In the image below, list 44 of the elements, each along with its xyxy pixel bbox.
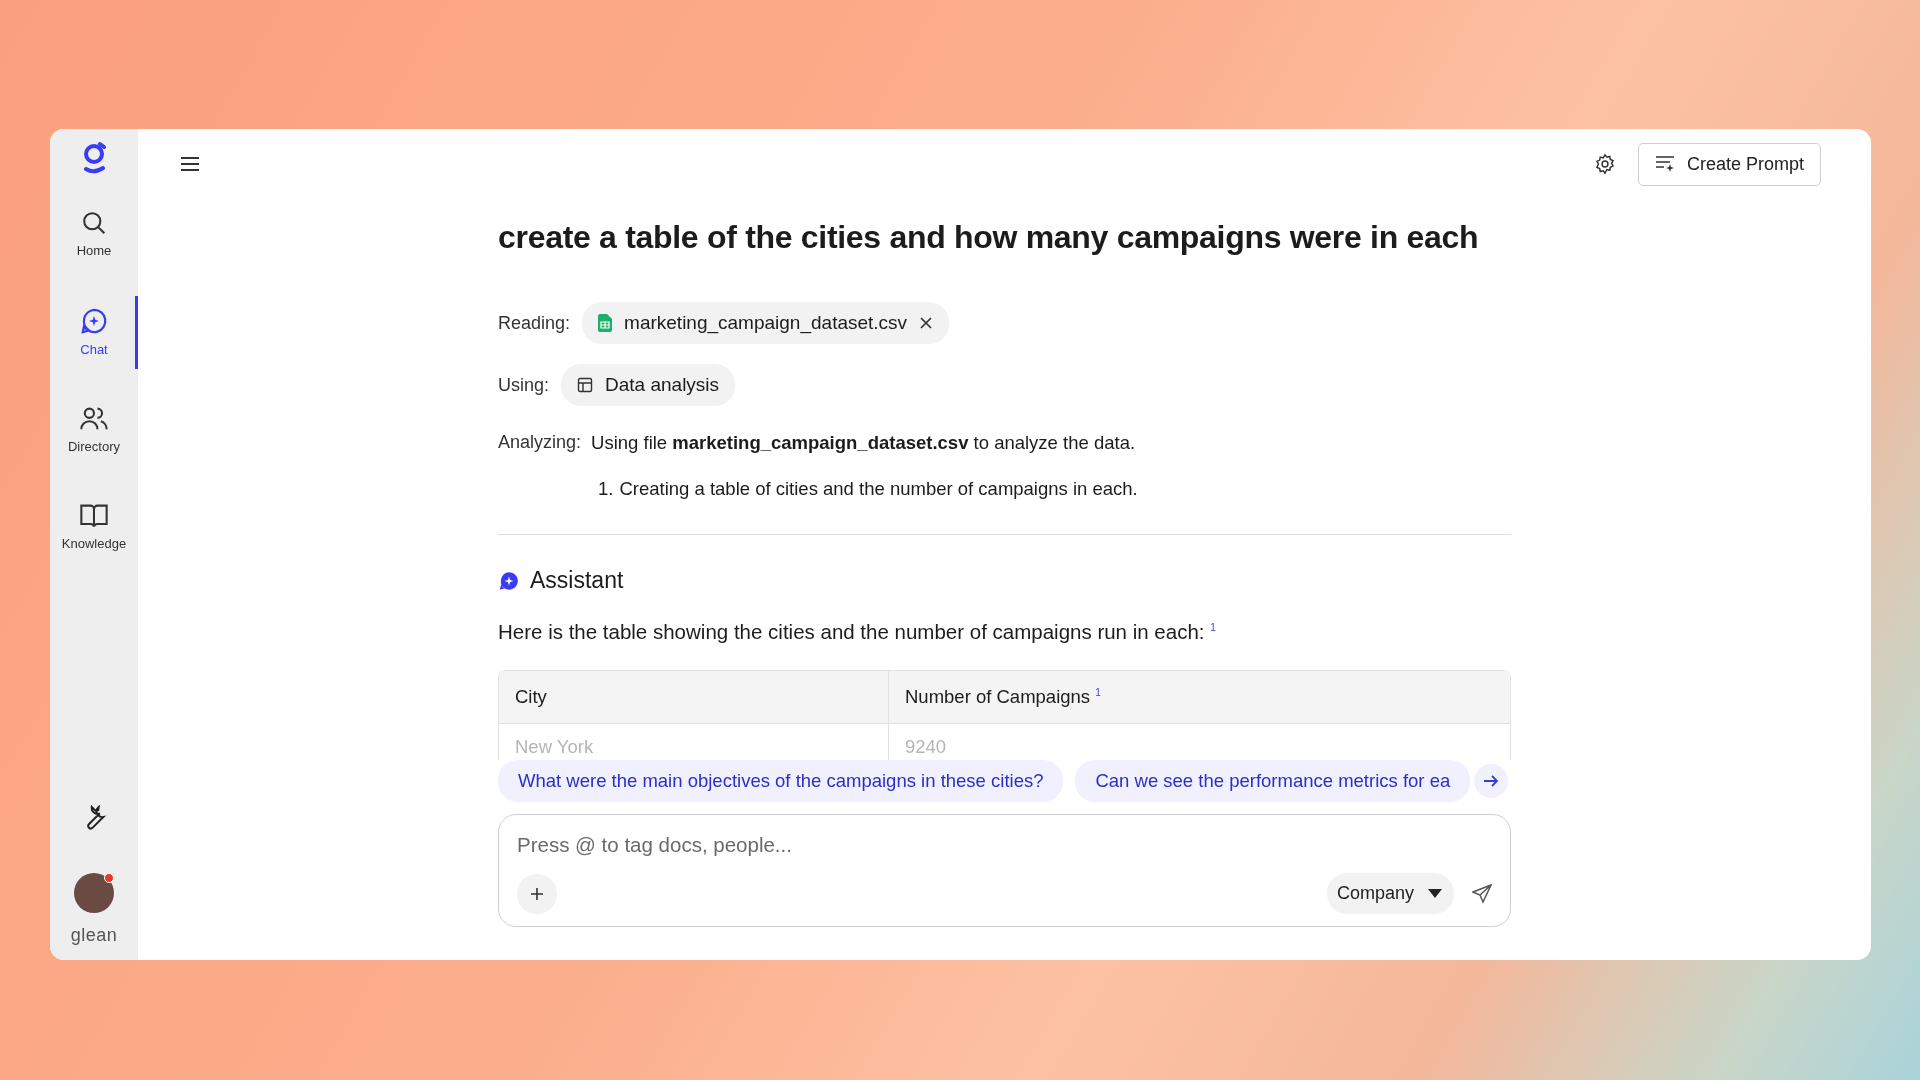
settings-icon[interactable] bbox=[1593, 153, 1616, 175]
search-icon bbox=[80, 209, 108, 237]
plus-icon bbox=[530, 886, 544, 901]
step-number: 1. bbox=[598, 478, 614, 500]
scope-dropdown[interactable]: Company bbox=[1326, 873, 1454, 914]
analyzing-text: Using file marketing_campaign_dataset.csv to analyze the data. bbox=[591, 432, 1136, 454]
table-cell-text: 9240 bbox=[904, 735, 948, 759]
using-label: Using: bbox=[498, 374, 550, 396]
close-icon[interactable] bbox=[919, 316, 934, 330]
tool-name: Data analysis bbox=[605, 374, 720, 396]
prompt-sparkle-icon bbox=[1654, 155, 1677, 173]
reading-label: Reading: bbox=[498, 312, 571, 334]
suggestion-chip[interactable]: Can we see the performance metrics for ea bbox=[1075, 760, 1471, 802]
answer-text: Here is the table showing the cities and the number of campaigns run in each: $^{1}$ bbox=[498, 620, 1217, 644]
file-chip[interactable]: marketing_campaign_dataset.csv bbox=[582, 302, 950, 344]
brand-wordmark: glean bbox=[70, 925, 118, 946]
assistant-name: Assistant bbox=[530, 567, 624, 594]
scroll-right-button[interactable] bbox=[1474, 764, 1509, 798]
column-header: City bbox=[499, 671, 889, 723]
menu-icon[interactable] bbox=[180, 156, 200, 172]
sidebar-item[interactable]: Home bbox=[50, 199, 138, 270]
arrow-right-icon bbox=[1483, 774, 1500, 788]
book-icon bbox=[79, 502, 109, 530]
create-prompt-button[interactable]: Create Prompt bbox=[1637, 142, 1821, 186]
query-title: create a table of the cities and how many campaigns were in each bbox=[498, 219, 1480, 256]
chat-sparkle-icon bbox=[79, 306, 109, 336]
sidebar-item[interactable]: Knowledge bbox=[50, 492, 138, 563]
step-text: Creating a table of cities and the number of campaigns in each. bbox=[619, 478, 1138, 500]
caret-icon bbox=[1428, 889, 1442, 898]
suggestion-chip[interactable]: What were the main objectives of the campaigns in these cities? bbox=[498, 760, 1064, 802]
assistant-icon bbox=[498, 569, 520, 592]
sidebar-item[interactable]: Directory bbox=[50, 395, 138, 466]
add-button[interactable] bbox=[517, 873, 557, 914]
tool-chip[interactable]: Data analysis bbox=[561, 364, 736, 406]
table-layout-icon bbox=[577, 377, 594, 393]
column-header: Number of Campaigns $^{1}$ bbox=[904, 685, 1102, 709]
sidebar-item[interactable]: Chat bbox=[50, 296, 138, 369]
file-name: marketing_campaign_dataset.csv bbox=[624, 312, 908, 334]
message-composer[interactable]: Press @ to tag docs, people... Company bbox=[498, 814, 1511, 927]
spreadsheet-icon bbox=[598, 314, 613, 332]
send-icon[interactable] bbox=[1472, 883, 1492, 904]
notification-dot bbox=[104, 873, 114, 883]
avatar[interactable] bbox=[74, 873, 114, 913]
analyzing-label: Analyzing: bbox=[498, 432, 582, 454]
